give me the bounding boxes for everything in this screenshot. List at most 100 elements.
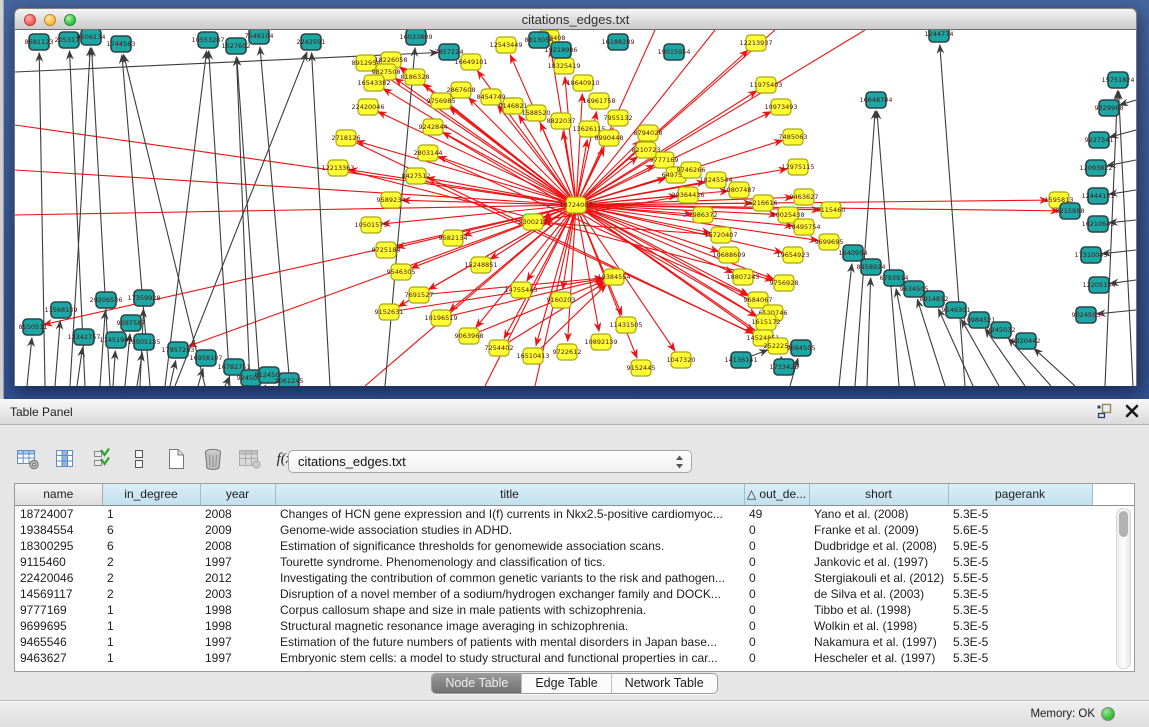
graph-node[interactable]: 19654923 (776, 247, 809, 263)
graph-node[interactable]: 17310045 (1074, 247, 1107, 263)
tab-network-table[interactable]: Network Table (611, 674, 717, 693)
graph-node[interactable]: 11568139 (44, 302, 77, 318)
float-panel-button[interactable] (1096, 403, 1112, 419)
graph-node[interactable]: 12213937 (739, 35, 772, 51)
column-header-year[interactable]: year (200, 484, 275, 505)
graph-node[interactable]: 8681123 (25, 34, 54, 50)
column-header-title[interactable]: title (275, 484, 744, 505)
graph-node[interactable]: 18640910 (566, 75, 599, 91)
graph-node[interactable]: 16188289 (601, 34, 634, 50)
graph-node[interactable]: 16648784 (859, 92, 892, 108)
graph-node[interactable]: 1047320 (667, 352, 696, 368)
graph-node[interactable]: 19015954 (657, 44, 690, 60)
graph-node[interactable]: 12444151 (1081, 188, 1114, 204)
graph-node[interactable]: 9242844 (419, 119, 448, 135)
show-columns-icon[interactable] (51, 445, 79, 473)
graph-node[interactable]: 14136141 (724, 352, 757, 368)
graph-node[interactable]: 7857224 (435, 44, 464, 60)
select-columns-icon[interactable] (88, 445, 116, 473)
zoom-button[interactable] (64, 14, 76, 26)
table-select-dropdown[interactable]: citations_edges.txt (288, 450, 692, 473)
network-window[interactable]: citations_edges.txt 18724007193845542300… (14, 8, 1137, 386)
table-row[interactable]: 1938455462009Genome-wide association stu… (15, 522, 1134, 538)
graph-node[interactable]: 8958924 (857, 259, 886, 275)
graph-node[interactable]: 9152631 (375, 304, 404, 320)
graph-node[interactable]: 12975115 (781, 159, 814, 175)
tab-edge-table[interactable]: Edge Table (521, 674, 610, 693)
graph-node[interactable]: 12205154 (1082, 277, 1115, 293)
graph-node[interactable]: 8822037 (547, 113, 576, 129)
graph-node[interactable]: 2242591 (297, 34, 326, 50)
graph-node[interactable]: 9227341 (1085, 132, 1114, 148)
graph-node[interactable]: 9589234 (377, 192, 406, 208)
column-header-name[interactable]: name (15, 484, 102, 505)
graph-node[interactable]: 9694505 (787, 340, 816, 356)
graph-node[interactable]: 2300217 (519, 214, 548, 230)
graph-node[interactable]: 9115460 (817, 202, 846, 218)
graph-node[interactable]: 9152445 (627, 360, 656, 376)
graph-node[interactable]: 11431505 (609, 317, 642, 333)
graph-node[interactable]: 16033809 (399, 30, 432, 45)
network-canvas[interactable]: 1872400719384554230021789129541822605898… (14, 30, 1137, 386)
graph-node[interactable]: 17359928 (127, 290, 160, 306)
table-row[interactable]: 911546021997Tourette syndrome. Phenomeno… (15, 554, 1134, 570)
graph-node[interactable]: 9756928 (770, 275, 799, 291)
graph-node[interactable]: 11975403 (749, 77, 782, 93)
column-header-short[interactable]: short (809, 484, 948, 505)
graph-node[interactable]: 9582134 (439, 230, 468, 246)
create-column-icon[interactable] (162, 445, 190, 473)
table-row[interactable]: 2242004622012Investigating the contribut… (15, 570, 1134, 586)
graph-node[interactable]: 8725184 (372, 242, 401, 258)
table-row[interactable]: 969969511998Structural magnetic resonanc… (15, 618, 1134, 634)
graph-node[interactable]: 8215958 (1056, 203, 1085, 219)
graph-node[interactable]: 8794028 (634, 125, 663, 141)
table-scrollbar[interactable] (1116, 508, 1131, 669)
table-row[interactable]: 946554611997Estimation of the future num… (15, 634, 1134, 650)
graph-node[interactable]: 9329968 (1095, 100, 1124, 116)
graph-node[interactable]: 1527602 (222, 38, 251, 54)
graph-node[interactable]: 9546305 (387, 264, 416, 280)
graph-node[interactable]: 7955132 (604, 110, 633, 126)
graph-node[interactable]: 8210723 (632, 142, 661, 158)
graph-node[interactable]: 9245032 (987, 322, 1016, 338)
graph-node[interactable]: 9024503 (1072, 307, 1101, 323)
graph-node[interactable]: 9160203 (547, 292, 576, 308)
graph-node[interactable]: 15248851 (464, 257, 497, 273)
graph-node[interactable]: 10807487 (722, 182, 755, 198)
graph-node[interactable]: 7485063 (779, 129, 808, 145)
graph-node[interactable]: 2718126 (332, 130, 361, 146)
column-header-out_de[interactable]: △ out_de... (744, 484, 809, 505)
graph-node[interactable]: 10553287 (191, 32, 224, 48)
graph-node[interactable]: 12543449 (489, 37, 522, 53)
graph-node[interactable]: 7546104 (245, 30, 274, 44)
scrollbar-thumb[interactable] (1119, 511, 1128, 537)
graph-node[interactable]: 9699695 (815, 234, 844, 250)
graph-node[interactable]: 9097587 (117, 315, 146, 331)
graph-node[interactable]: 15751824 (1101, 72, 1134, 88)
table-row[interactable]: 1830029562008Estimation of significance … (15, 538, 1134, 554)
graph-node[interactable]: 7691527 (405, 287, 434, 303)
table-row[interactable]: 1456911722003Disruption of a novel membe… (15, 586, 1134, 602)
graph-node[interactable]: 10688609 (712, 247, 745, 263)
tab-node-table[interactable]: Node Table (432, 674, 521, 693)
graph-node[interactable]: 16210643 (1081, 216, 1114, 232)
graph-node[interactable]: 2061245 (275, 373, 304, 386)
graph-node[interactable]: 1744563 (107, 36, 136, 52)
graph-node[interactable]: 8186328 (401, 69, 430, 85)
close-panel-button[interactable] (1125, 404, 1139, 418)
graph-node[interactable]: 8990448 (595, 130, 624, 146)
table-row[interactable]: 1872400712008Changes of HCN gene express… (15, 505, 1134, 522)
graph-node[interactable]: 1615172 (752, 314, 781, 330)
graph-node[interactable]: 8320442 (1012, 333, 1041, 349)
graph-node[interactable]: 12093822 (1079, 160, 1112, 176)
table-row[interactable]: 946362711997Embryonic stem cells: a mode… (15, 650, 1134, 666)
graph-node[interactable]: 8914812 (920, 291, 949, 307)
close-button[interactable] (24, 14, 36, 26)
graph-node[interactable]: 12213363 (321, 160, 354, 176)
graph-node[interactable]: 20206536 (89, 292, 122, 308)
delete-columns-icon[interactable] (199, 445, 227, 473)
graph-node[interactable]: 9463627 (790, 189, 819, 205)
graph-node[interactable]: 8427512 (402, 168, 431, 184)
table-row[interactable]: 977716911998Corpus callosum shape and si… (15, 602, 1134, 618)
graph-node[interactable]: 9506134 (77, 30, 106, 45)
